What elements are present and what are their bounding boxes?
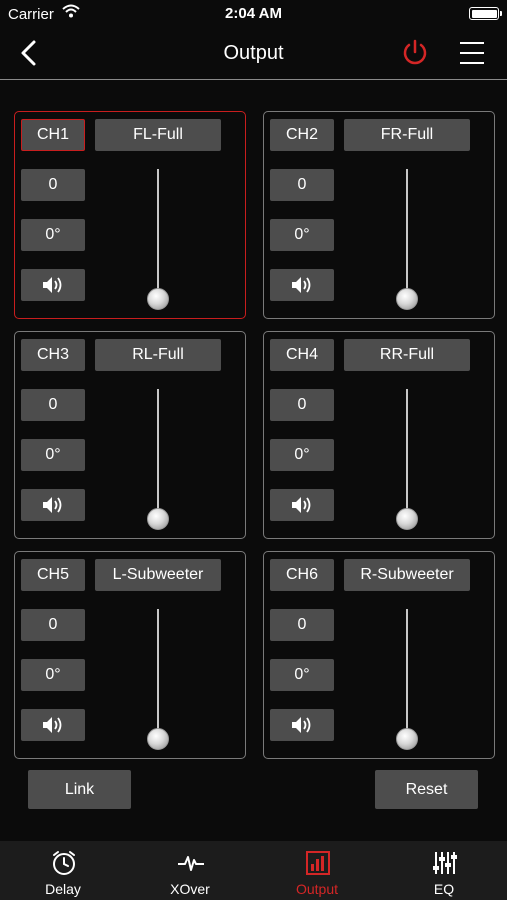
reset-button[interactable]: Reset xyxy=(375,770,478,809)
tab-xover[interactable]: XOver xyxy=(127,841,253,900)
level-slider-track xyxy=(157,169,159,297)
channel-mode-button[interactable]: R-Subweeter xyxy=(344,559,470,591)
level-slider-knob[interactable] xyxy=(396,728,418,750)
channel-panel: CH6 R-Subweeter 0 0° xyxy=(263,551,495,759)
channel-mode-button[interactable]: RR-Full xyxy=(344,339,470,371)
phase-button[interactable]: 0° xyxy=(270,439,334,471)
speaker-icon xyxy=(292,277,311,293)
status-bar: Carrier 2:04 AM xyxy=(0,0,507,28)
power-icon[interactable] xyxy=(400,38,430,68)
phase-button[interactable]: 0° xyxy=(270,219,334,251)
tab-bar: Delay XOver Output EQ xyxy=(0,841,507,900)
channel-mode-button[interactable]: L-Subweeter xyxy=(95,559,221,591)
bar-chart-icon xyxy=(306,851,330,875)
tab-eq[interactable]: EQ xyxy=(381,841,507,900)
status-time: 2:04 AM xyxy=(225,5,282,22)
level-slider-knob[interactable] xyxy=(147,288,169,310)
phase-button[interactable]: 0° xyxy=(21,439,85,471)
nav-bar: Output xyxy=(0,28,507,80)
menu-icon[interactable] xyxy=(458,39,486,67)
gain-button[interactable]: 0 xyxy=(21,609,85,641)
speaker-icon xyxy=(292,497,311,513)
level-slider-knob[interactable] xyxy=(396,508,418,530)
channel-panel: CH4 RR-Full 0 0° xyxy=(263,331,495,539)
channel-panel: CH2 FR-Full 0 0° xyxy=(263,111,495,319)
gain-button[interactable]: 0 xyxy=(270,609,334,641)
speaker-icon xyxy=(43,497,62,513)
mute-button[interactable] xyxy=(270,269,334,301)
level-slider-track xyxy=(157,609,159,737)
gain-button[interactable]: 0 xyxy=(270,169,334,201)
waveform-icon xyxy=(178,856,204,871)
channel-button[interactable]: CH4 xyxy=(270,339,334,371)
gain-button[interactable]: 0 xyxy=(270,389,334,421)
speaker-icon xyxy=(292,717,311,733)
tab-label: Delay xyxy=(45,881,81,897)
channel-panel: CH5 L-Subweeter 0 0° xyxy=(14,551,246,759)
mute-button[interactable] xyxy=(270,709,334,741)
battery-icon xyxy=(469,7,502,20)
tab-label: Output xyxy=(295,881,339,897)
tab-delay[interactable]: Delay xyxy=(0,841,126,900)
tab-label: XOver xyxy=(170,881,210,897)
level-slider-track xyxy=(406,169,408,297)
channel-button[interactable]: CH2 xyxy=(270,119,334,151)
phase-button[interactable]: 0° xyxy=(21,659,85,691)
channel-mode-button[interactable]: FR-Full xyxy=(344,119,470,151)
mute-button[interactable] xyxy=(21,709,85,741)
level-slider-knob[interactable] xyxy=(147,728,169,750)
channel-panel: CH1 FL-Full 0 0° xyxy=(14,111,246,319)
clock-icon xyxy=(53,851,75,875)
tab-output[interactable]: Output xyxy=(254,841,380,900)
phase-button[interactable]: 0° xyxy=(21,219,85,251)
page-title: Output xyxy=(223,42,284,64)
channel-mode-button[interactable]: RL-Full xyxy=(95,339,221,371)
channel-button[interactable]: CH1 xyxy=(21,119,85,151)
gain-button[interactable]: 0 xyxy=(21,169,85,201)
channel-button[interactable]: CH6 xyxy=(270,559,334,591)
speaker-icon xyxy=(43,717,62,733)
mute-button[interactable] xyxy=(21,489,85,521)
level-slider-knob[interactable] xyxy=(396,288,418,310)
speaker-icon xyxy=(43,277,62,293)
level-slider-track xyxy=(406,609,408,737)
equalizer-sliders-icon xyxy=(433,852,457,874)
level-slider-track xyxy=(157,389,159,517)
phase-button[interactable]: 0° xyxy=(270,659,334,691)
channel-button[interactable]: CH3 xyxy=(21,339,85,371)
level-slider-track xyxy=(406,389,408,517)
gain-button[interactable]: 0 xyxy=(21,389,85,421)
mute-button[interactable] xyxy=(21,269,85,301)
tab-label: EQ xyxy=(433,881,455,897)
mute-button[interactable] xyxy=(270,489,334,521)
link-button[interactable]: Link xyxy=(28,770,131,809)
channel-panel: CH3 RL-Full 0 0° xyxy=(14,331,246,539)
channel-mode-button[interactable]: FL-Full xyxy=(95,119,221,151)
channel-button[interactable]: CH5 xyxy=(21,559,85,591)
level-slider-knob[interactable] xyxy=(147,508,169,530)
